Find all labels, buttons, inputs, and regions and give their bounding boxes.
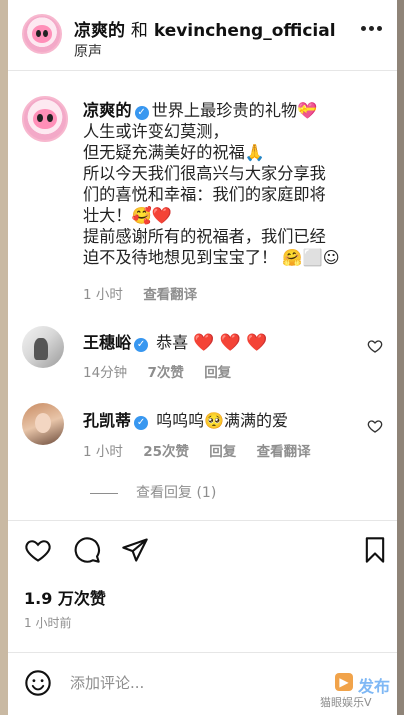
audio-label[interactable]: 原声: [74, 41, 102, 61]
header-collaborator[interactable]: kevincheng_official: [154, 21, 336, 41]
caption-line-text: 世界上最珍贵的礼物💝: [151, 101, 318, 120]
comment-meta: 14分钟 7次赞 回复: [83, 361, 247, 381]
post-panel: 凉爽的 和 kevincheng_official 原声 凉爽的 ✓ 世界上最珍贵的…: [8, 0, 397, 715]
share-icon[interactable]: [121, 536, 149, 564]
avatar-eye-left: [35, 29, 41, 37]
comment-reply-link[interactable]: 回复: [204, 365, 231, 381]
header-username[interactable]: 凉爽的: [74, 21, 125, 41]
comment-meta: 1 小时 25次赞 回复 查看翻译: [83, 440, 327, 460]
view-replies-label: 查看回复 (1): [136, 485, 217, 501]
caption-line-1: 凉爽的 ✓ 世界上最珍贵的礼物💝: [83, 100, 383, 121]
caption-line-8: 迫不及待地想见到宝宝了！ 🤗⬜☺: [83, 248, 340, 267]
caption-username[interactable]: 凉爽的: [83, 101, 132, 120]
avatar-figure: [35, 413, 51, 433]
caption-line-5: 们的喜悦和幸福：我们的家庭即将: [83, 185, 326, 204]
comment-likes[interactable]: 25次赞: [143, 444, 189, 460]
comment-input[interactable]: [70, 671, 290, 695]
comment-hearts: ❤️ ❤️ ❤️: [193, 333, 268, 353]
replies-dash: [90, 492, 118, 494]
comment-time: 1 小时: [83, 444, 123, 460]
bookmark-icon[interactable]: [361, 536, 389, 564]
divider: [8, 652, 397, 653]
comment-translate-link[interactable]: 查看翻译: [257, 444, 311, 460]
caption-avatar[interactable]: [22, 96, 68, 142]
more-icon[interactable]: [361, 26, 383, 32]
caption-text: 凉爽的 ✓ 世界上最珍贵的礼物💝 人生或许变幻莫测， 但无疑充满美好的祝福🙏 所以今…: [83, 100, 383, 268]
caption-line-4: 所以今天我们很高兴与大家分享我: [83, 164, 326, 183]
comment-reply-link[interactable]: 回复: [209, 444, 236, 460]
author-avatar[interactable]: [22, 14, 62, 54]
emoji-icon[interactable]: [24, 669, 52, 697]
post-likes[interactable]: 1.9 万次赞: [24, 585, 106, 609]
right-background-strip: [397, 0, 404, 715]
caption-time: 1 小时: [83, 287, 123, 303]
caption-line-3: 但无疑充满美好的祝福🙏: [83, 143, 266, 162]
comment-like-icon[interactable]: [367, 418, 383, 434]
divider: [8, 520, 397, 521]
heart-icon[interactable]: [24, 536, 52, 564]
view-replies-button[interactable]: 查看回复 (1): [90, 482, 216, 502]
caption-line-7: 提前感谢所有的祝福者，我们已经: [83, 227, 326, 246]
post-header: 凉爽的 和 kevincheng_official 原声: [8, 0, 397, 71]
comment-avatar[interactable]: [22, 326, 64, 368]
avatar-face: [31, 25, 53, 43]
post-time: 1 小时前: [24, 616, 72, 630]
comment-avatar[interactable]: [22, 403, 64, 445]
left-background-strip: [0, 0, 8, 715]
comment-text: 恭喜: [156, 333, 189, 352]
caption-meta: 1 小时 查看翻译: [83, 283, 213, 303]
comment-body: 孔凯蒂 ✓ 呜呜呜🥺满满的爱: [83, 407, 288, 431]
avatar-eye-right: [46, 113, 53, 123]
caption-translate-link[interactable]: 查看翻译: [143, 287, 197, 303]
verified-icon: ✓: [134, 416, 149, 430]
comment-likes[interactable]: 7次赞: [147, 365, 183, 381]
caption-line-6: 壮大！🥰❤️: [83, 206, 172, 225]
header-and-text: 和: [130, 21, 148, 41]
comment-text: 呜呜呜🥺满满的爱: [156, 411, 289, 430]
comment-body: 王穗峪 ✓ 恭喜 ❤️ ❤️ ❤️: [83, 329, 268, 353]
comment-username[interactable]: 王穗峪: [83, 333, 131, 352]
watermark-text: 猫眼娱乐V: [320, 696, 372, 709]
comment-like-icon[interactable]: [367, 338, 383, 354]
comment-username[interactable]: 孔凯蒂: [83, 411, 131, 430]
comment-time: 14分钟: [83, 365, 128, 381]
comment-icon[interactable]: [73, 536, 101, 564]
verified-icon: ✓: [134, 338, 149, 352]
verified-icon: ✓: [134, 106, 149, 120]
header-title: 凉爽的 和 kevincheng_official: [74, 16, 336, 41]
watermark-logo-icon: ▶: [335, 673, 353, 691]
avatar-figure: [34, 338, 48, 360]
caption-line-2: 人生或许变幻莫测，: [83, 122, 229, 141]
